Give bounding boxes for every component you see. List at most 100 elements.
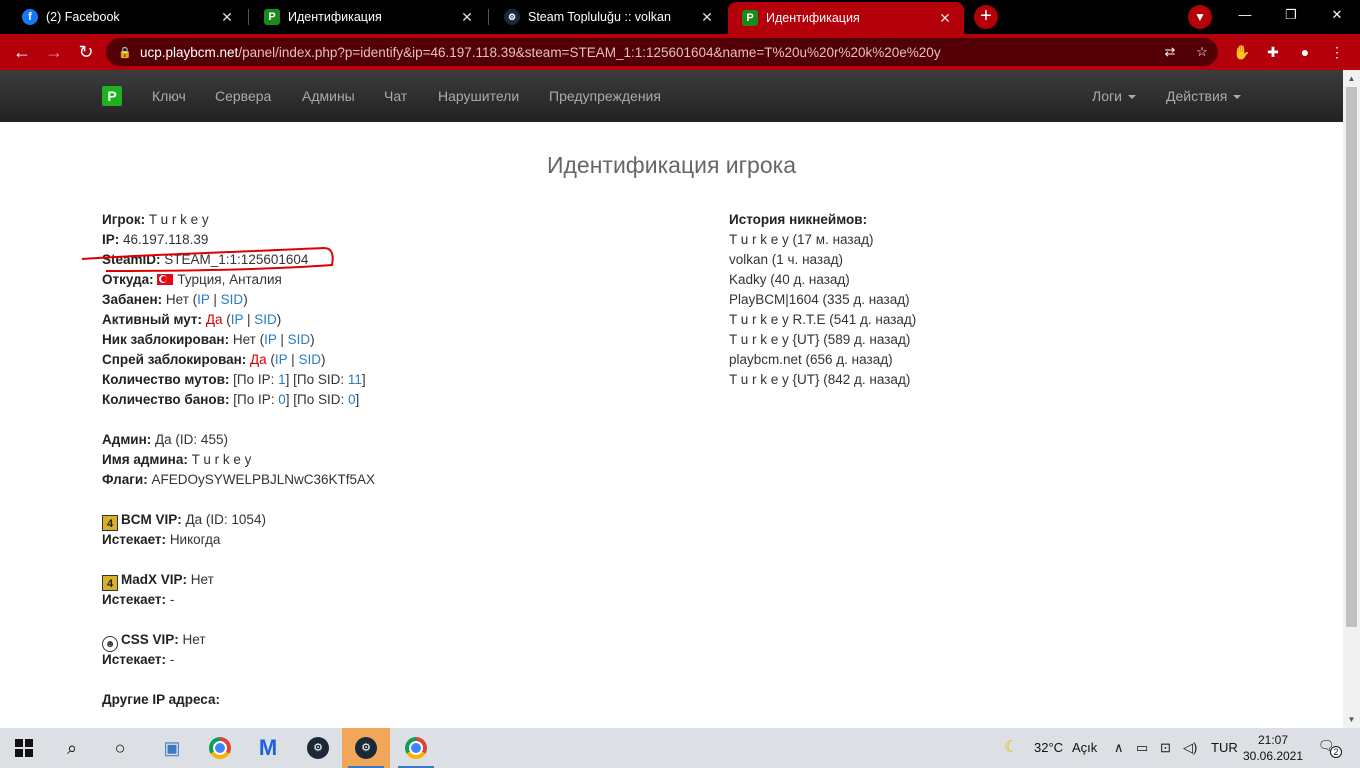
close-icon[interactable]: ✕ xyxy=(936,10,954,27)
reload-button[interactable]: ↻ xyxy=(74,40,98,64)
close-icon[interactable]: ✕ xyxy=(458,9,476,26)
nav-link-key[interactable]: Ключ xyxy=(152,88,186,104)
nick-sid-link[interactable]: SID xyxy=(288,332,311,347)
tab-title: (2) Facebook xyxy=(46,10,120,24)
extension-stop-icon[interactable]: ✋ xyxy=(1231,41,1253,63)
tab-search-button[interactable]: ▼ xyxy=(1188,5,1212,29)
tray-app-icon[interactable]: ▭ xyxy=(1136,728,1148,768)
bookmark-star-icon[interactable]: ☆ xyxy=(1192,42,1212,62)
scrollbar-thumb[interactable] xyxy=(1346,87,1357,627)
list-item: T u r k e y R.T.E (541 д. назад) xyxy=(729,312,917,327)
banned-row: Забанен: Нет (IP | SID) xyxy=(102,292,248,307)
banned-value: Нет xyxy=(165,292,189,307)
site-logo[interactable]: P xyxy=(102,86,122,106)
admin-row: Админ: Да (ID: 455) xyxy=(102,430,662,450)
nav-link-servers[interactable]: Сервера xyxy=(215,88,271,104)
field-label: Активный мут: xyxy=(102,312,203,327)
forward-button[interactable]: → xyxy=(42,40,66,64)
vip-expires: Никогда xyxy=(169,532,221,547)
weather-temperature[interactable]: 32°C xyxy=(1034,728,1063,768)
list-item: volkan (1 ч. назад) xyxy=(729,252,843,267)
mute-sid-link[interactable]: SID xyxy=(254,312,277,327)
steam-icon: ⚙ xyxy=(504,9,520,25)
search-button[interactable]: ⌕ xyxy=(48,728,96,768)
nav-link-violators[interactable]: Нарушители xyxy=(438,88,519,104)
playbcm-icon: P xyxy=(264,9,280,25)
tab-facebook[interactable]: f (2) Facebook ✕ xyxy=(8,2,246,32)
count-text: ] xyxy=(355,392,360,407)
ban-ip-link[interactable]: IP xyxy=(197,292,210,307)
spray-sid-link[interactable]: SID xyxy=(298,352,321,367)
nav-link-chat[interactable]: Чат xyxy=(384,88,407,104)
bans-sid-count-link[interactable]: 0 xyxy=(348,392,356,407)
nav-dropdown-actions[interactable]: Действия xyxy=(1166,88,1242,104)
nick-ip-link[interactable]: IP xyxy=(264,332,277,347)
admin-value: Да (ID: 455) xyxy=(155,432,228,447)
input-language[interactable]: TUR xyxy=(1211,728,1238,768)
address-bar[interactable]: 🔒 ucp.playbcm.net/panel/index.php?p=iden… xyxy=(106,38,1218,66)
new-tab-button[interactable]: + xyxy=(974,5,998,29)
taskbar-app-chrome[interactable] xyxy=(196,728,244,768)
tab-identification-1[interactable]: P Идентификация ✕ xyxy=(250,2,486,32)
back-button[interactable]: ← xyxy=(10,40,34,64)
madx-vip-row: 4 MadX VIP: Нет xyxy=(102,570,662,591)
nav-link-warnings[interactable]: Предупреждения xyxy=(549,88,661,104)
field-label: История никнеймов: xyxy=(729,212,868,227)
windows-logo-icon xyxy=(15,739,33,757)
page-title: Идентификация игрока xyxy=(546,152,796,178)
clock-date: 30.06.2021 xyxy=(1242,749,1304,763)
translate-icon[interactable]: ⇄ xyxy=(1160,42,1180,62)
ban-sid-link[interactable]: SID xyxy=(221,292,244,307)
scroll-up-arrow-icon[interactable]: ▲ xyxy=(1343,70,1360,87)
list-item: PlayBCM|1604 (335 д. назад) xyxy=(729,292,910,307)
close-window-button[interactable]: ✕ xyxy=(1314,0,1360,30)
count-text: ] [По SID: xyxy=(285,372,348,387)
action-center-button[interactable]: 🗨 2 xyxy=(1318,738,1342,758)
spray-ip-link[interactable]: IP xyxy=(275,352,288,367)
list-item: T u r k e y (17 м. назад) xyxy=(729,232,874,247)
profile-avatar-icon[interactable]: ● xyxy=(1294,41,1316,63)
mutes-sid-count-link[interactable]: 11 xyxy=(348,372,362,387)
restore-button[interactable]: ❐ xyxy=(1268,0,1314,30)
tray-expand-chevron-icon[interactable]: ∧ xyxy=(1114,728,1124,768)
browser-toolbar: ← → ↻ 🔒 ucp.playbcm.net/panel/index.php?… xyxy=(0,34,1360,70)
nav-dropdown-logs[interactable]: Логи xyxy=(1092,88,1136,104)
css-vip-expires-row: Истекает: - xyxy=(102,650,662,670)
field-label: Забанен: xyxy=(102,292,163,307)
minimize-button[interactable]: — xyxy=(1222,0,1268,30)
taskbar-app-steam[interactable]: ⚙ xyxy=(294,728,342,768)
scroll-down-arrow-icon[interactable]: ▼ xyxy=(1343,711,1360,728)
close-icon[interactable]: ✕ xyxy=(698,9,716,26)
mute-ip-link[interactable]: IP xyxy=(231,312,244,327)
red-annotation-scribble xyxy=(81,246,334,272)
close-icon[interactable]: ✕ xyxy=(218,9,236,26)
field-label: Истекает: xyxy=(102,532,167,547)
player-name: T u r k e y xyxy=(148,212,209,227)
taskbar-app-malwarebytes[interactable]: M xyxy=(244,728,292,768)
extensions-puzzle-icon[interactable]: ✚ xyxy=(1262,41,1284,63)
field-label: Флаги: xyxy=(102,472,148,487)
facebook-icon: f xyxy=(22,9,38,25)
field-label: CSS VIP: xyxy=(121,632,179,647)
admin-name: T u r k e y xyxy=(191,452,252,467)
field-label: BCM VIP: xyxy=(121,512,182,527)
taskbar-app-control-panel[interactable]: ▣ xyxy=(148,728,196,768)
volume-icon[interactable]: ◁) xyxy=(1183,728,1197,768)
mutes-ip-count-link[interactable]: 1 xyxy=(278,372,286,387)
tab-title: Steam Topluluğu :: volkan xyxy=(528,10,671,24)
bans-ip-count-link[interactable]: 0 xyxy=(278,392,286,407)
start-button[interactable] xyxy=(0,728,48,768)
tab-steam[interactable]: ⚙ Steam Topluluğu :: volkan ✕ xyxy=(490,2,726,32)
nav-link-admins[interactable]: Админы xyxy=(302,88,355,104)
network-icon[interactable]: ⊡ xyxy=(1160,728,1171,768)
tab-identification-active[interactable]: P Идентификация ✕ xyxy=(728,2,964,34)
task-view-button[interactable]: ○ xyxy=(96,728,144,768)
field-label: Спрей заблокирован: xyxy=(102,352,247,367)
mutes-count-row: Количество мутов: [По IP: 1] [По SID: 11… xyxy=(102,370,662,390)
menu-kebab-icon[interactable]: ⋮ xyxy=(1326,41,1348,63)
admin-name-row: Имя админа: T u r k e y xyxy=(102,450,662,470)
system-clock[interactable]: 21:07 30.06.2021 xyxy=(1238,732,1308,764)
taskbar-app-steam-active[interactable]: ⚙ xyxy=(342,728,390,768)
taskbar-app-chrome-open[interactable] xyxy=(392,728,440,768)
weather-description[interactable]: Açık xyxy=(1072,728,1097,768)
